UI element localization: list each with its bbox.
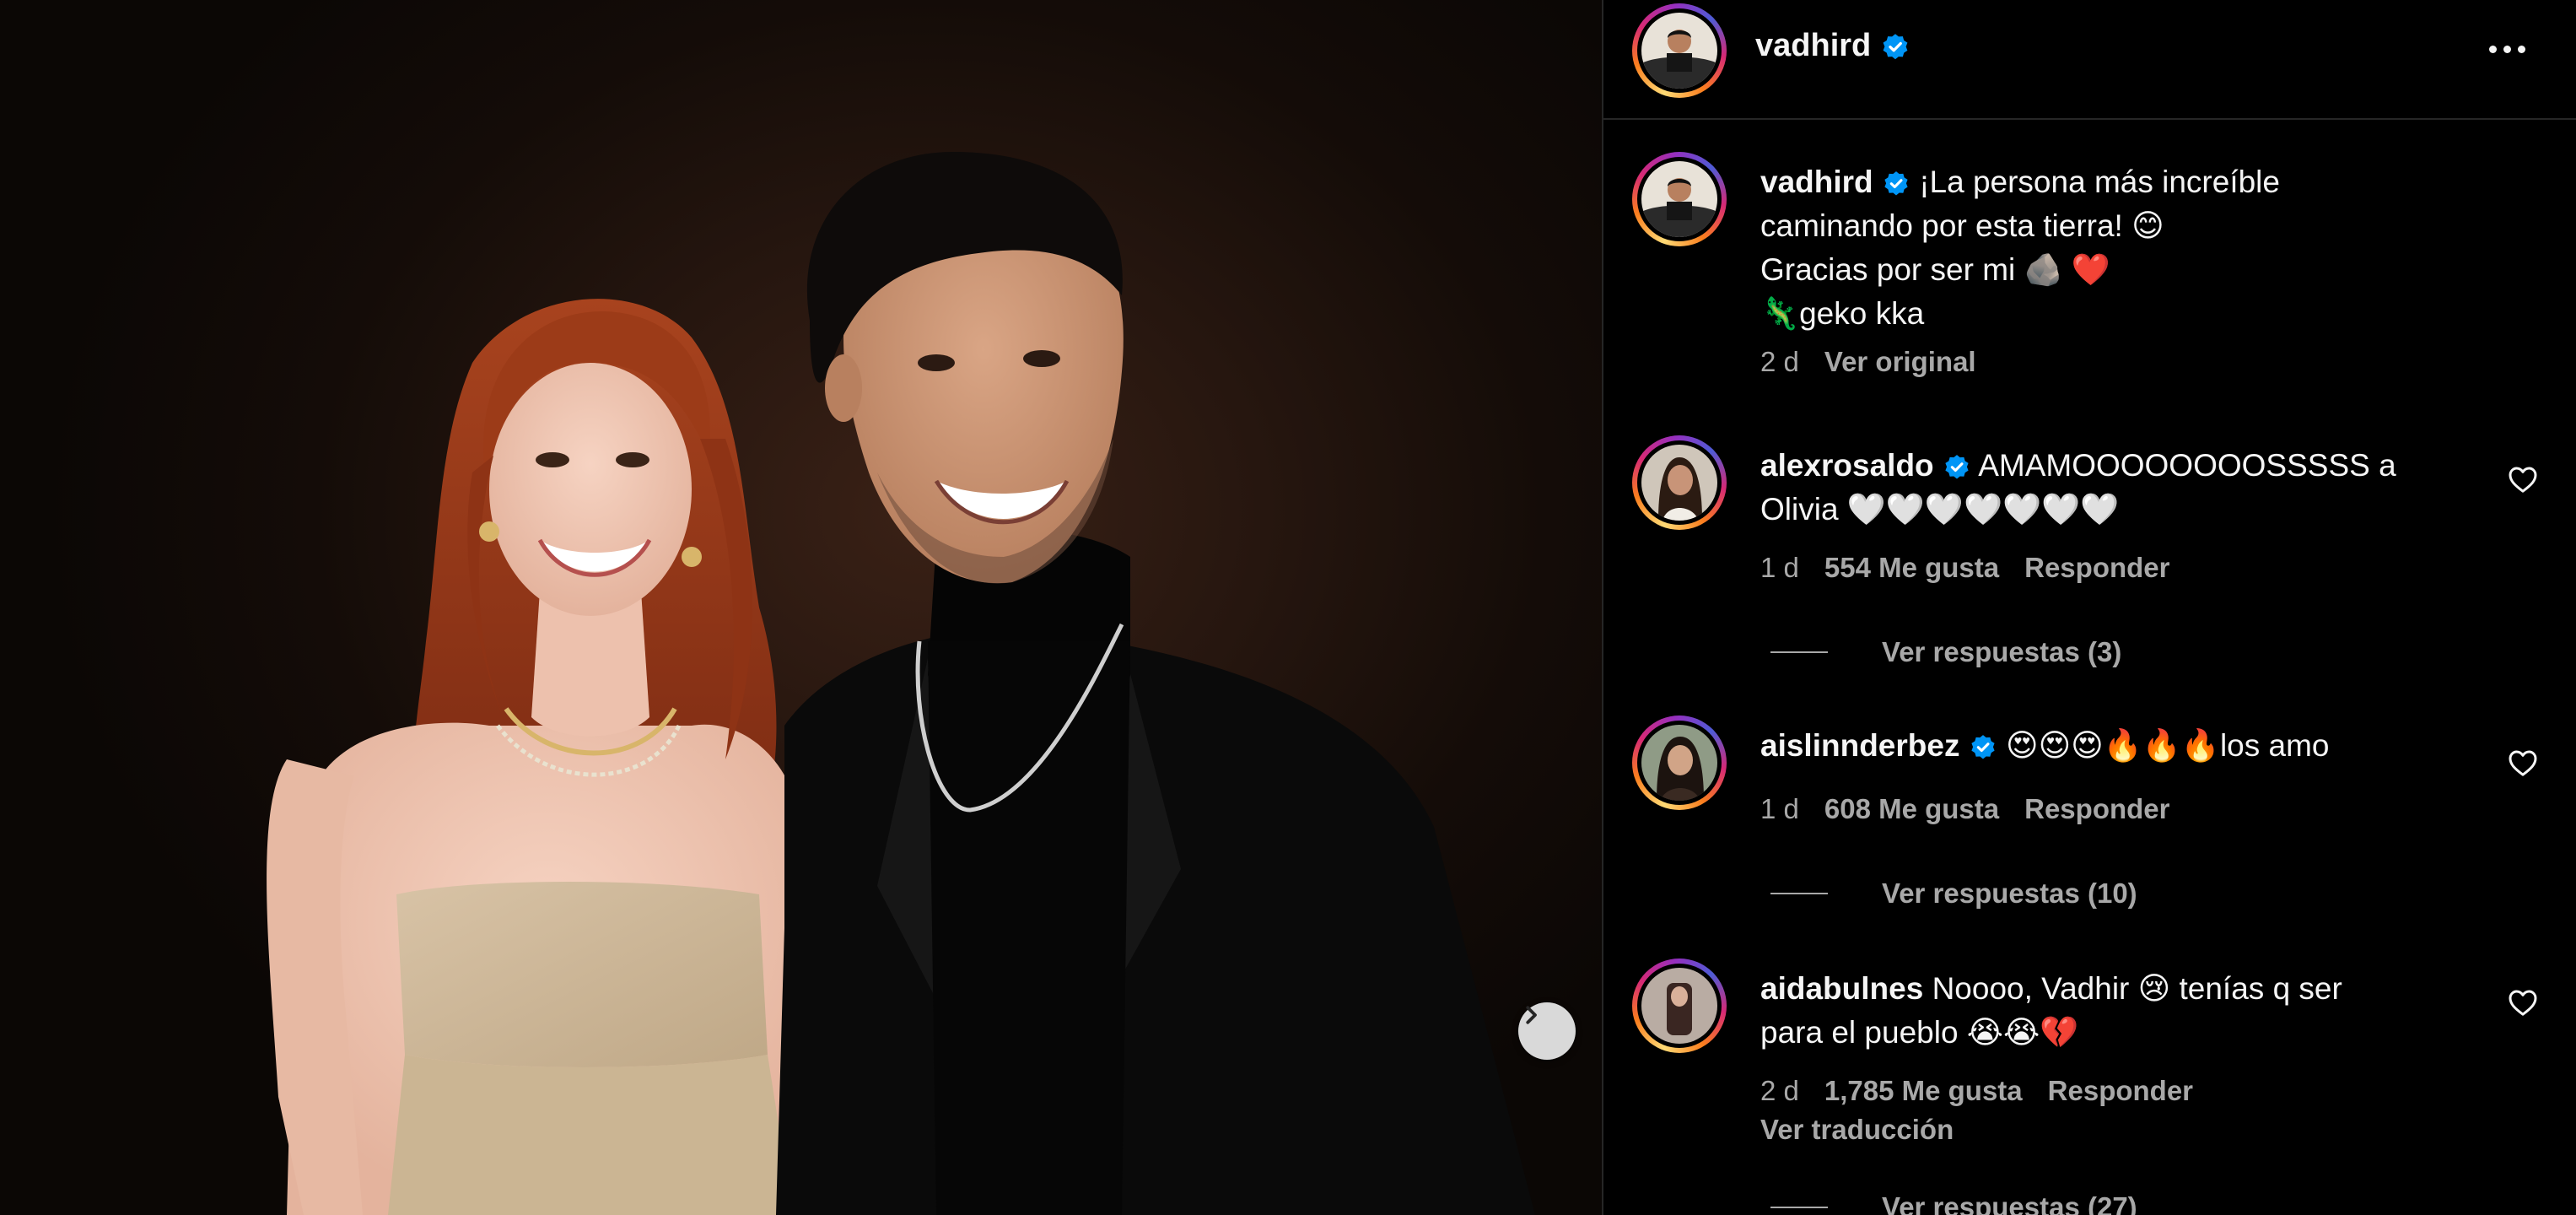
comment: alexrosaldo AMAMOOOOOOOOSSSSS a Olivia 🤍… (1603, 432, 2576, 677)
view-replies-button[interactable]: Ver respuestas (10) (1770, 878, 2137, 910)
view-replies-label[interactable]: Ver respuestas (27) (1882, 1191, 2137, 1215)
caption-line: 🦎geko kka (1760, 296, 1925, 331)
caption-line: ¡La persona más increíble (1919, 165, 2280, 199)
comment-line: Olivia 🤍🤍🤍🤍🤍🤍🤍 (1760, 492, 2120, 526)
verified-badge-icon (1945, 455, 1969, 479)
commenter-avatar[interactable] (1632, 435, 1727, 530)
caption-timestamp[interactable]: 2 d (1760, 346, 1799, 378)
comment-likes[interactable]: 608 Me gusta (1824, 793, 1999, 825)
replies-line (1770, 651, 1828, 653)
view-replies-button[interactable]: Ver respuestas (3) (1770, 636, 2121, 668)
replies-line (1770, 1207, 1828, 1208)
comment-text: alexrosaldo AMAMOOOOOOOOSSSSS a Olivia 🤍… (1760, 444, 2396, 532)
verified-badge-icon (1884, 171, 1908, 196)
caption-line: caminando por esta tierra! 😊 (1760, 208, 2164, 243)
verified-badge-icon (1883, 34, 1908, 60)
author-username-text[interactable]: vadhird (1755, 28, 1871, 63)
reply-button[interactable]: Responder (2048, 1075, 2193, 1107)
comment-line: 😍😍😍🔥🔥🔥los amo (2006, 728, 2330, 763)
caption-username[interactable]: vadhird (1760, 165, 1873, 199)
view-replies-button[interactable]: Ver respuestas (27) (1770, 1191, 2137, 1215)
heart-outline-icon[interactable] (2506, 746, 2540, 780)
replies-line (1770, 893, 1828, 894)
comment-meta: 1 d 608 Me gusta Responder (1760, 793, 2170, 825)
comment-likes[interactable]: 554 Me gusta (1824, 552, 1999, 584)
commenter-avatar-image (1641, 725, 1717, 801)
more-options-icon (2488, 45, 2497, 53)
comment-meta: 1 d 554 Me gusta Responder (1760, 552, 2170, 584)
more-options-button[interactable] (2477, 32, 2536, 66)
comment: aislinnderbez 😍😍😍🔥🔥🔥los amo 1 d 608 Me g… (1603, 716, 2576, 935)
comment-timestamp[interactable]: 1 d (1760, 793, 1799, 825)
comment-likes[interactable]: 1,785 Me gusta (1824, 1075, 2023, 1107)
commenter-username[interactable]: alexrosaldo (1760, 448, 1934, 483)
post-details-panel: vadhird vadhird ¡La persona más increíbl… (1603, 0, 2576, 1215)
verified-badge-icon (1971, 735, 1995, 759)
comment-text: aislinnderbez 😍😍😍🔥🔥🔥los amo (1760, 724, 2330, 768)
post-header: vadhird (1603, 0, 2576, 120)
commenter-username[interactable]: aidabulnes (1760, 971, 1923, 1006)
comment-timestamp[interactable]: 2 d (1760, 1075, 1799, 1107)
see-original-link[interactable]: Ver original (1824, 346, 1976, 378)
commenter-username[interactable]: aislinnderbez (1760, 728, 1959, 763)
post-photo-illustration (267, 152, 1535, 1215)
chevron-right-icon (1526, 1006, 1537, 1024)
caption-meta: 2 d Ver original (1760, 346, 1976, 378)
more-options-icon-dot (2503, 45, 2511, 53)
author-username[interactable]: vadhird (1755, 28, 1910, 64)
comment-line: Noooo, Vadhir 😢 tenías q ser (1932, 971, 2342, 1006)
view-replies-label[interactable]: Ver respuestas (10) (1882, 878, 2137, 910)
reply-button[interactable]: Responder (2024, 552, 2169, 584)
comment-line: para el pueblo 😭😭💔 (1760, 1015, 2079, 1050)
caption-text: vadhird ¡La persona más increíble camina… (1760, 160, 2280, 336)
heart-outline-icon[interactable] (2506, 462, 2540, 496)
author-avatar-image (1641, 13, 1717, 89)
caption-line: Gracias por ser mi 🪨 ❤️ (1760, 252, 2110, 287)
commenter-avatar[interactable] (1632, 716, 1727, 810)
comment-text: aidabulnes Noooo, Vadhir 😢 tenías q ser … (1760, 967, 2342, 1055)
heart-outline-icon[interactable] (2506, 986, 2540, 1019)
view-replies-label[interactable]: Ver respuestas (3) (1882, 636, 2121, 668)
carousel-next-button[interactable] (1518, 1002, 1576, 1060)
more-options-icon-dot (2517, 45, 2525, 53)
commenter-avatar-image (1641, 968, 1717, 1044)
commenter-avatar-image (1641, 445, 1717, 521)
comment-timestamp[interactable]: 1 d (1760, 552, 1799, 584)
comment: aidabulnes Noooo, Vadhir 😢 tenías q ser … (1603, 958, 2576, 1215)
see-translation-link[interactable]: Ver traducción (1760, 1114, 1954, 1146)
caption-author-avatar[interactable] (1632, 152, 1727, 246)
reply-button[interactable]: Responder (2024, 793, 2169, 825)
commenter-avatar[interactable] (1632, 958, 1727, 1053)
post-photo[interactable] (0, 0, 1602, 1215)
comment-line: AMAMOOOOOOOOSSSSS a (1978, 448, 2396, 483)
author-avatar[interactable] (1632, 3, 1727, 98)
post-caption: vadhird ¡La persona más increíble camina… (1603, 148, 2576, 402)
comment-meta: 2 d 1,785 Me gusta Responder (1760, 1075, 2193, 1107)
caption-author-avatar-image (1641, 161, 1717, 237)
